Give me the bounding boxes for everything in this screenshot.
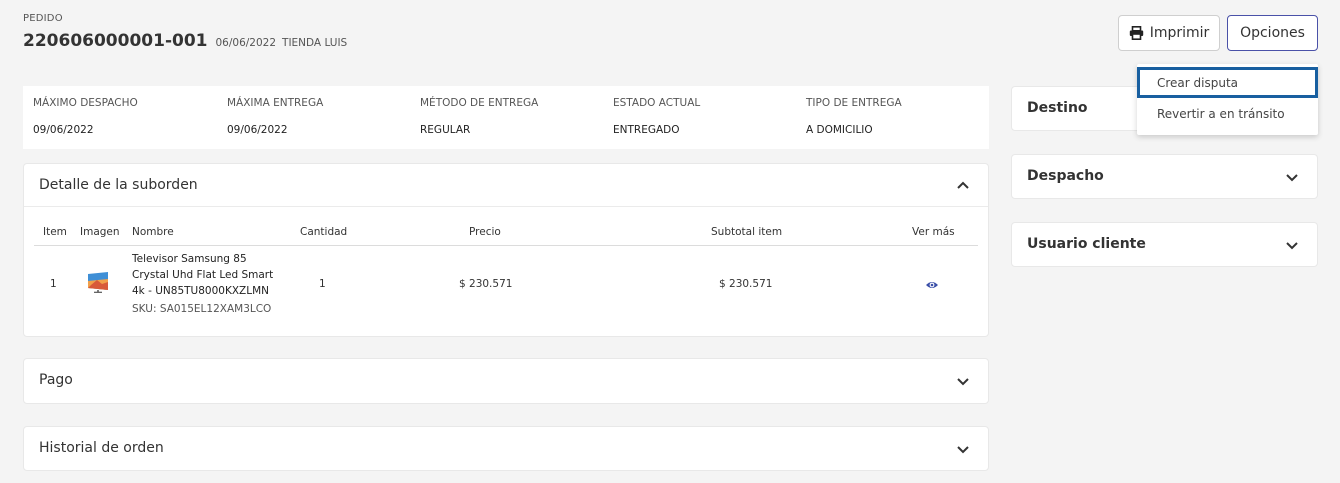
summary-value-max-dispatch: 09/06/2022 bbox=[33, 124, 94, 136]
table-header-divider bbox=[34, 245, 978, 246]
order-date: 06/06/2022 bbox=[215, 37, 277, 49]
order-history-title: Historial de orden bbox=[39, 440, 164, 456]
payment-section[interactable]: Pago bbox=[23, 358, 989, 404]
print-button[interactable]: Imprimir bbox=[1118, 15, 1220, 51]
column-header-see-more: Ver más bbox=[912, 226, 955, 238]
summary-value-max-delivery: 09/06/2022 bbox=[227, 124, 288, 136]
customer-user-title: Usuario cliente bbox=[1027, 236, 1146, 252]
product-name-line: Crystal Uhd Flat Led Smart bbox=[132, 269, 274, 281]
menu-item-revert-in-transit[interactable]: Revertir a en tránsito bbox=[1137, 98, 1318, 129]
destination-title: Destino bbox=[1027, 100, 1088, 116]
product-sku: SKU: SA015EL12XAM3LCO bbox=[132, 303, 272, 315]
payment-section-title: Pago bbox=[39, 372, 73, 388]
column-header-image: Imagen bbox=[80, 226, 120, 238]
order-store: TIENDA LUIS bbox=[282, 37, 348, 49]
row-subtotal: $ 230.571 bbox=[719, 278, 773, 290]
summary-label-delivery-method: MÉTODO DE ENTREGA bbox=[420, 97, 539, 109]
summary-label-max-dispatch: MÁXIMO DESPACHO bbox=[33, 97, 138, 109]
card-divider bbox=[24, 206, 988, 207]
printer-icon bbox=[1129, 26, 1143, 40]
product-name-line: Televisor Samsung 85 bbox=[132, 253, 247, 265]
options-button[interactable]: Opciones bbox=[1227, 15, 1318, 51]
chevron-down-icon[interactable] bbox=[1285, 240, 1299, 250]
dispatch-section[interactable]: Despacho bbox=[1011, 154, 1318, 199]
customer-user-section[interactable]: Usuario cliente bbox=[1011, 222, 1318, 267]
suborder-title: Detalle de la suborden bbox=[39, 177, 198, 193]
row-quantity: 1 bbox=[319, 278, 326, 290]
menu-item-create-dispute[interactable]: Crear disputa bbox=[1137, 67, 1318, 98]
order-summary: MÁXIMO DESPACHO 09/06/2022 MÁXIMA ENTREG… bbox=[23, 86, 989, 149]
order-history-section[interactable]: Historial de orden bbox=[23, 426, 989, 471]
order-heading: 220606000001-001 06/06/2022 TIENDA LUIS bbox=[23, 31, 347, 51]
eye-icon[interactable] bbox=[925, 280, 939, 290]
options-dropdown-menu: Crear disputa Revertir a en tránsito bbox=[1137, 64, 1318, 135]
row-item-number: 1 bbox=[50, 278, 57, 290]
print-button-label: Imprimir bbox=[1149, 25, 1210, 41]
product-name-line: 4k - UN85TU8000KXZLMN bbox=[132, 285, 269, 297]
chevron-down-icon[interactable] bbox=[1285, 172, 1299, 182]
options-button-label: Opciones bbox=[1240, 25, 1305, 41]
chevron-up-icon[interactable] bbox=[956, 180, 970, 190]
chevron-down-icon[interactable] bbox=[956, 376, 970, 386]
order-label: PEDIDO bbox=[23, 13, 63, 24]
summary-value-delivery-method: REGULAR bbox=[420, 124, 471, 136]
column-header-subtotal: Subtotal item bbox=[711, 226, 783, 238]
summary-label-delivery-type: TIPO DE ENTREGA bbox=[806, 97, 902, 109]
product-name: Televisor Samsung 85 Crystal Uhd Flat Le… bbox=[132, 251, 273, 299]
row-price: $ 230.571 bbox=[459, 278, 513, 290]
summary-value-delivery-type: A DOMICILIO bbox=[806, 124, 873, 136]
summary-label-status: ESTADO ACTUAL bbox=[613, 97, 701, 109]
chevron-down-icon[interactable] bbox=[956, 444, 970, 454]
order-id: 220606000001-001 bbox=[23, 31, 208, 51]
summary-label-max-delivery: MÁXIMA ENTREGA bbox=[227, 97, 324, 109]
column-header-quantity: Cantidad bbox=[300, 226, 348, 238]
product-thumbnail-image bbox=[88, 272, 108, 293]
suborder-detail-card: Detalle de la suborden Item Imagen Nombr… bbox=[23, 163, 989, 337]
column-header-name: Nombre bbox=[132, 226, 174, 238]
column-header-price: Precio bbox=[469, 226, 501, 238]
column-header-item: Item bbox=[43, 226, 67, 238]
summary-value-status: ENTREGADO bbox=[613, 124, 680, 136]
dispatch-title: Despacho bbox=[1027, 168, 1104, 184]
